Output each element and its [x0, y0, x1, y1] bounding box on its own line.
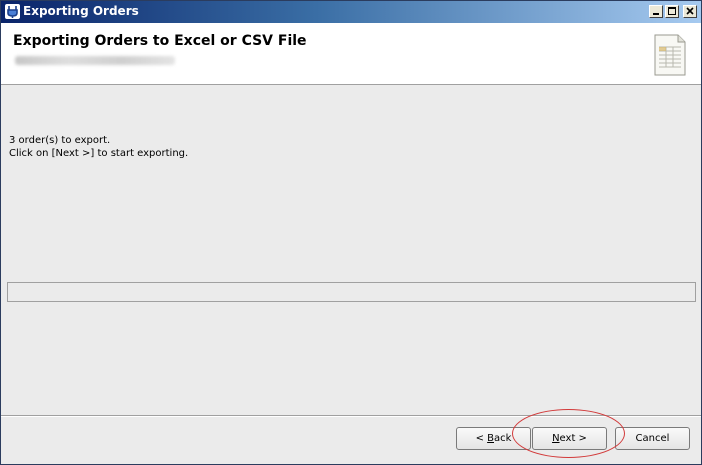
- export-progress-bar: [7, 282, 696, 302]
- back-button-prefix: <: [475, 433, 488, 444]
- order-count-text: 3 order(s) to export.: [9, 135, 111, 146]
- minimize-icon: [653, 13, 659, 15]
- header-title: Exporting Orders to Excel or CSV File: [13, 33, 307, 49]
- wizard-header: Exporting Orders to Excel or CSV File: [1, 23, 701, 85]
- title-bar[interactable]: Exporting Orders: [1, 1, 701, 23]
- close-button[interactable]: [683, 5, 697, 18]
- maximize-icon: [668, 7, 676, 15]
- back-button-label: ack: [494, 433, 512, 444]
- back-button[interactable]: < Back: [456, 427, 531, 450]
- spreadsheet-document-icon: [654, 34, 686, 76]
- cancel-button[interactable]: Cancel: [615, 427, 690, 450]
- next-button-label: ext >: [559, 433, 587, 444]
- app-plug-icon: [5, 4, 20, 19]
- window-title: Exporting Orders: [23, 4, 139, 18]
- header-subtitle-redacted: [15, 56, 175, 65]
- cancel-button-label: Cancel: [635, 433, 670, 444]
- back-button-mnemonic: B: [487, 433, 494, 444]
- next-button[interactable]: Next >: [532, 427, 607, 450]
- next-button-mnemonic: N: [552, 433, 560, 444]
- close-icon: [686, 7, 694, 15]
- minimize-button[interactable]: [649, 5, 663, 18]
- footer-separator: [1, 415, 701, 417]
- export-wizard-window: Exporting Orders Exporting Orders to Exc…: [0, 0, 702, 465]
- instruction-text: Click on [Next >] to start exporting.: [9, 148, 189, 159]
- maximize-button[interactable]: [665, 5, 679, 18]
